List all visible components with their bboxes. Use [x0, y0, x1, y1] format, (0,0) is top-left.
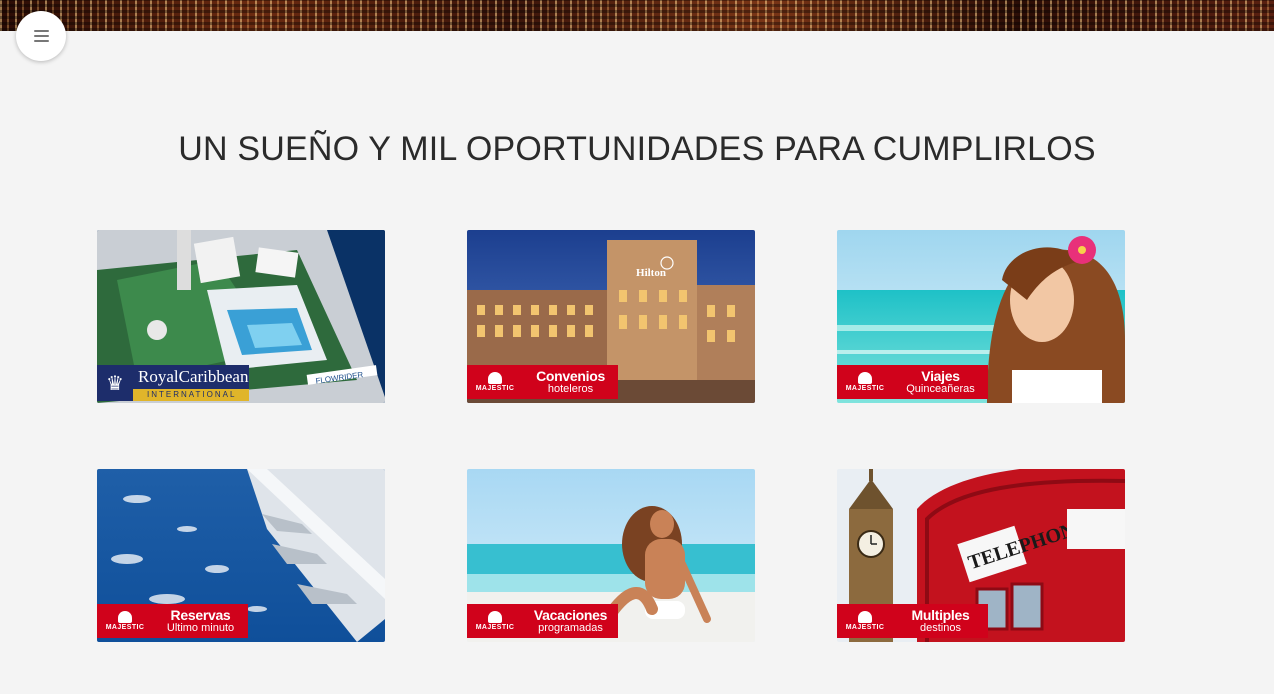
majestic-badge: MAJESTIC Multiples destinos	[837, 604, 988, 638]
card-royal-caribbean[interactable]: FLOWRIDER ♛ RoyalCaribbean INTERNATIONAL	[97, 230, 385, 403]
card-subtitle: Quinceañeras	[906, 382, 975, 395]
menu-button[interactable]	[16, 11, 66, 61]
card-subtitle: Ultimo minuto	[166, 621, 235, 634]
card-vacaciones[interactable]: MAJESTIC Vacaciones programadas	[467, 469, 755, 642]
card-title: Vacaciones	[533, 606, 608, 623]
card-multiples[interactable]: TELEPHONE MAJESTIC Multiples destinos	[837, 469, 1125, 642]
header-banner	[0, 0, 1274, 31]
page-title: UN SUEÑO Y MIL OPORTUNIDADES PARA CUMPLI…	[178, 130, 1096, 168]
majestic-badge: MAJESTIC Reservas Ultimo minuto	[97, 604, 248, 638]
card-reservas[interactable]: MAJESTIC Reservas Ultimo minuto	[97, 469, 385, 642]
card-title: Multiples	[911, 606, 970, 623]
card-viajes[interactable]: MAJESTIC Viajes Quinceañeras	[837, 230, 1125, 403]
hilton-sign: Hilton	[636, 267, 666, 279]
hamburger-icon	[33, 30, 49, 42]
card-subtitle: programadas	[538, 621, 603, 634]
majestic-logo: MAJESTIC	[837, 365, 893, 399]
card-subtitle: destinos	[920, 621, 961, 634]
majestic-logo: MAJESTIC	[467, 604, 523, 638]
crown-anchor-icon: ♛	[97, 365, 133, 401]
majestic-badge: MAJESTIC Convenios hoteleros	[467, 365, 618, 399]
brand-sub: INTERNATIONAL	[133, 389, 249, 401]
card-convenios[interactable]: Hilton MAJESTIC Convenios hoteleros	[467, 230, 755, 403]
majestic-badge: MAJESTIC Viajes Quinceañeras	[837, 365, 988, 399]
majestic-logo: MAJESTIC	[837, 604, 893, 638]
card-title: Reservas	[170, 606, 231, 623]
royal-caribbean-logo: ♛ RoyalCaribbean INTERNATIONAL	[97, 365, 249, 401]
card-title: Viajes	[921, 367, 960, 384]
majestic-logo: MAJESTIC	[97, 604, 153, 638]
majestic-badge: MAJESTIC Vacaciones programadas	[467, 604, 618, 638]
card-title: Convenios	[536, 367, 605, 384]
brand-name: RoyalCaribbean	[133, 365, 249, 389]
card-subtitle: hoteleros	[547, 382, 594, 395]
majestic-logo: MAJESTIC	[467, 365, 523, 399]
